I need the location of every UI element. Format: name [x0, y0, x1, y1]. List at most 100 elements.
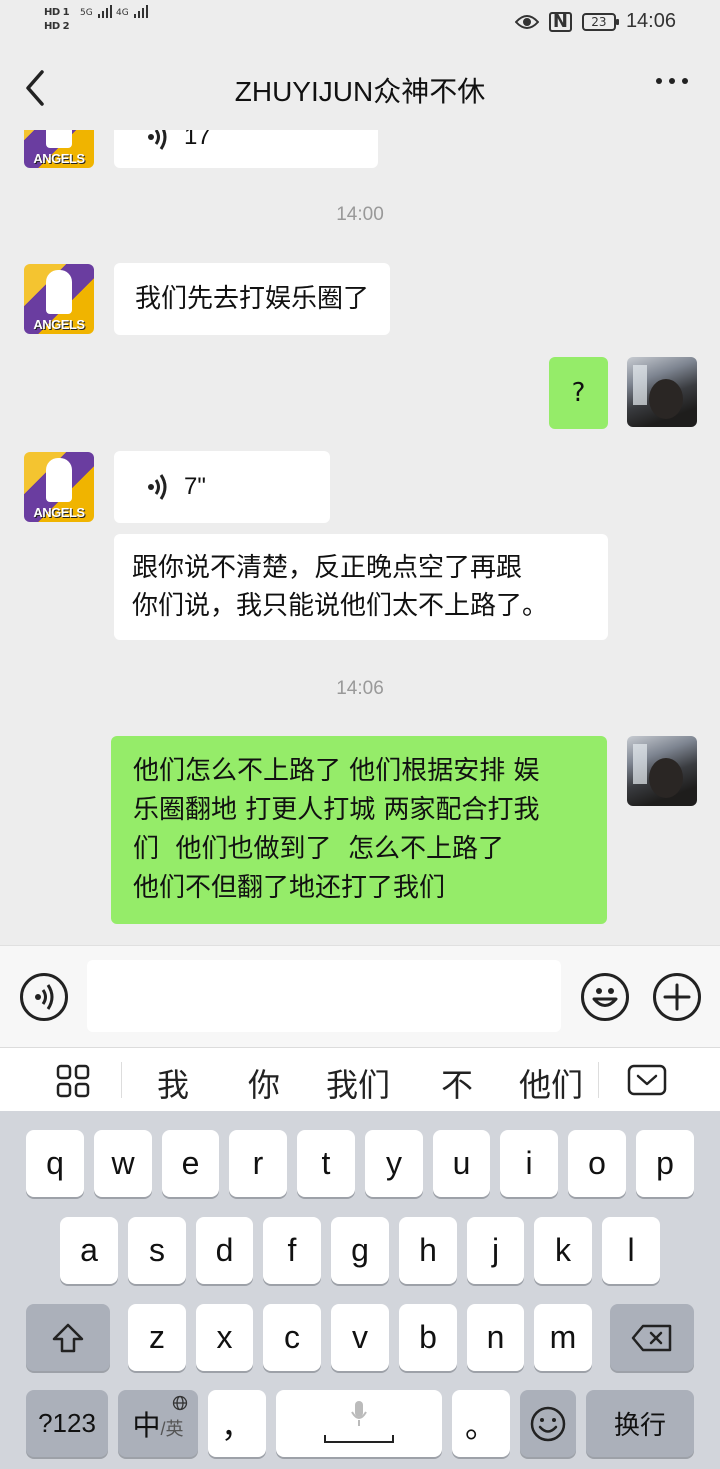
- key-v[interactable]: v: [331, 1304, 389, 1371]
- lang-main: 中: [132, 1409, 161, 1441]
- period-key[interactable]: 。: [452, 1390, 510, 1457]
- key-e[interactable]: e: [162, 1130, 219, 1197]
- message-line: 们 他们也做到了 怎么不上路了: [133, 834, 505, 864]
- numbers-key[interactable]: ?123: [26, 1390, 108, 1457]
- more-dot-icon: [669, 78, 675, 84]
- key-l[interactable]: l: [602, 1217, 660, 1284]
- more-button[interactable]: [656, 78, 688, 84]
- message-line: 他们不但翻了地还打了我们: [133, 873, 446, 903]
- message-bubble-outgoing[interactable]: ?: [549, 357, 608, 429]
- voice-input-button[interactable]: [20, 973, 68, 1021]
- backspace-key[interactable]: [610, 1304, 694, 1371]
- key-a[interactable]: a: [60, 1217, 118, 1284]
- candidate-bar: 我 你 我们 不 他们: [0, 1047, 720, 1111]
- voice-content: 7": [146, 468, 309, 506]
- key-u[interactable]: u: [433, 1130, 490, 1197]
- key-o[interactable]: o: [568, 1130, 626, 1197]
- avatar-window: [633, 365, 647, 405]
- key-q[interactable]: q: [26, 1130, 84, 1197]
- candidate-word[interactable]: 他们: [519, 1060, 583, 1106]
- key-g[interactable]: g: [331, 1217, 389, 1284]
- status-right: N 23 14:06: [514, 10, 676, 33]
- key-c[interactable]: c: [263, 1304, 321, 1371]
- candidate-word[interactable]: 我们: [326, 1060, 390, 1106]
- key-p[interactable]: p: [636, 1130, 694, 1197]
- plus-icon: [663, 983, 691, 1011]
- key-s[interactable]: s: [128, 1217, 186, 1284]
- backspace-icon: [631, 1324, 672, 1351]
- key-x[interactable]: x: [196, 1304, 253, 1371]
- key-z[interactable]: z: [128, 1304, 186, 1371]
- voice-wave-icon: [35, 984, 54, 1010]
- contact-avatar[interactable]: ANGELS: [24, 264, 94, 334]
- key-n[interactable]: n: [467, 1304, 524, 1371]
- user-avatar[interactable]: [627, 357, 697, 427]
- grid-menu-button[interactable]: [56, 1064, 90, 1102]
- title-bar: ZHUYIJUN众神不休: [0, 46, 720, 130]
- enter-key[interactable]: 换行: [586, 1390, 694, 1457]
- net2-label: 4G: [116, 8, 129, 18]
- contact-avatar[interactable]: ANGELS: [24, 130, 94, 168]
- hd2-label: HD 2: [44, 21, 70, 32]
- message-bubble[interactable]: 我们先去打娱乐圈了: [114, 263, 391, 335]
- key-w[interactable]: w: [94, 1130, 152, 1197]
- key-d[interactable]: d: [196, 1217, 253, 1284]
- avatar-window: [633, 744, 647, 784]
- shift-icon: [52, 1323, 84, 1352]
- smiley-icon: [530, 1406, 566, 1441]
- voice-content: 17: [146, 130, 357, 156]
- message-bubble[interactable]: 跟你说不清楚，反正晚点空了再跟 你们说，我只能说他们太不上路了。: [114, 534, 608, 640]
- key-t[interactable]: t: [297, 1130, 355, 1197]
- emoji-key[interactable]: [520, 1390, 576, 1457]
- lang-sub: /英: [160, 1418, 184, 1439]
- chat-title: ZHUYIJUN众神不休: [234, 76, 486, 107]
- key-i[interactable]: i: [500, 1130, 558, 1197]
- voice-message[interactable]: 17: [114, 130, 378, 168]
- hd1-label: HD 1: [44, 7, 70, 18]
- message-bubble-outgoing[interactable]: 他们怎么不上路了 他们根据安排 娱 乐圈翻地 打更人打城 两家配合打我 们 他们…: [111, 736, 607, 924]
- avatar-figure: [46, 270, 72, 314]
- signal-bars-icon: [133, 5, 148, 18]
- candidate-word[interactable]: 我: [157, 1060, 189, 1106]
- message-line: 他们怎么不上路了 他们根据安排 娱: [133, 756, 540, 786]
- shift-key[interactable]: [26, 1304, 110, 1371]
- sim-indicators: HD 1 HD 2: [44, 6, 70, 34]
- language-switch-key[interactable]: 中 /英: [118, 1390, 198, 1457]
- chevron-down-icon: [627, 1064, 667, 1096]
- message-input[interactable]: [87, 960, 561, 1032]
- more-dot-icon: [682, 78, 688, 84]
- user-avatar[interactable]: [627, 736, 697, 806]
- status-bar: HD 1 HD 2 5G 4G N 23 14:06: [0, 0, 720, 46]
- emoji-button[interactable]: [581, 973, 629, 1021]
- grid-icon: [56, 1064, 90, 1098]
- candidate-word[interactable]: 不: [441, 1060, 473, 1106]
- voice-duration: 7": [184, 473, 206, 500]
- key-k[interactable]: k: [534, 1217, 592, 1284]
- voice-duration: 17: [184, 130, 211, 150]
- signal-4g: 4G: [116, 5, 148, 18]
- space-bar-line: [324, 1435, 394, 1443]
- chat-area[interactable]: ANGELS 17 14:00 ANGELS 我们先去打娱乐圈了 ? ANGEL…: [0, 130, 720, 945]
- divider: [598, 1062, 599, 1098]
- collapse-keyboard-button[interactable]: [627, 1064, 667, 1100]
- divider: [121, 1062, 122, 1098]
- key-f[interactable]: f: [263, 1217, 321, 1284]
- comma-key[interactable]: ，: [208, 1390, 266, 1457]
- avatar-figure: [46, 458, 72, 502]
- key-h[interactable]: h: [399, 1217, 457, 1284]
- key-r[interactable]: r: [229, 1130, 287, 1197]
- voice-message[interactable]: 7": [114, 451, 330, 523]
- globe-icon: [172, 1395, 188, 1411]
- microphone-icon: [351, 1401, 367, 1426]
- timestamp: 14:00: [336, 204, 384, 225]
- key-m[interactable]: m: [534, 1304, 592, 1371]
- battery-icon: 23: [581, 12, 619, 31]
- contact-avatar[interactable]: ANGELS: [24, 452, 94, 522]
- key-j[interactable]: j: [467, 1217, 524, 1284]
- key-b[interactable]: b: [399, 1304, 457, 1371]
- candidate-word[interactable]: 你: [248, 1060, 280, 1106]
- more-functions-button[interactable]: [653, 973, 701, 1021]
- key-y[interactable]: y: [365, 1130, 423, 1197]
- eye-icon: [514, 14, 539, 29]
- space-key[interactable]: [276, 1390, 442, 1457]
